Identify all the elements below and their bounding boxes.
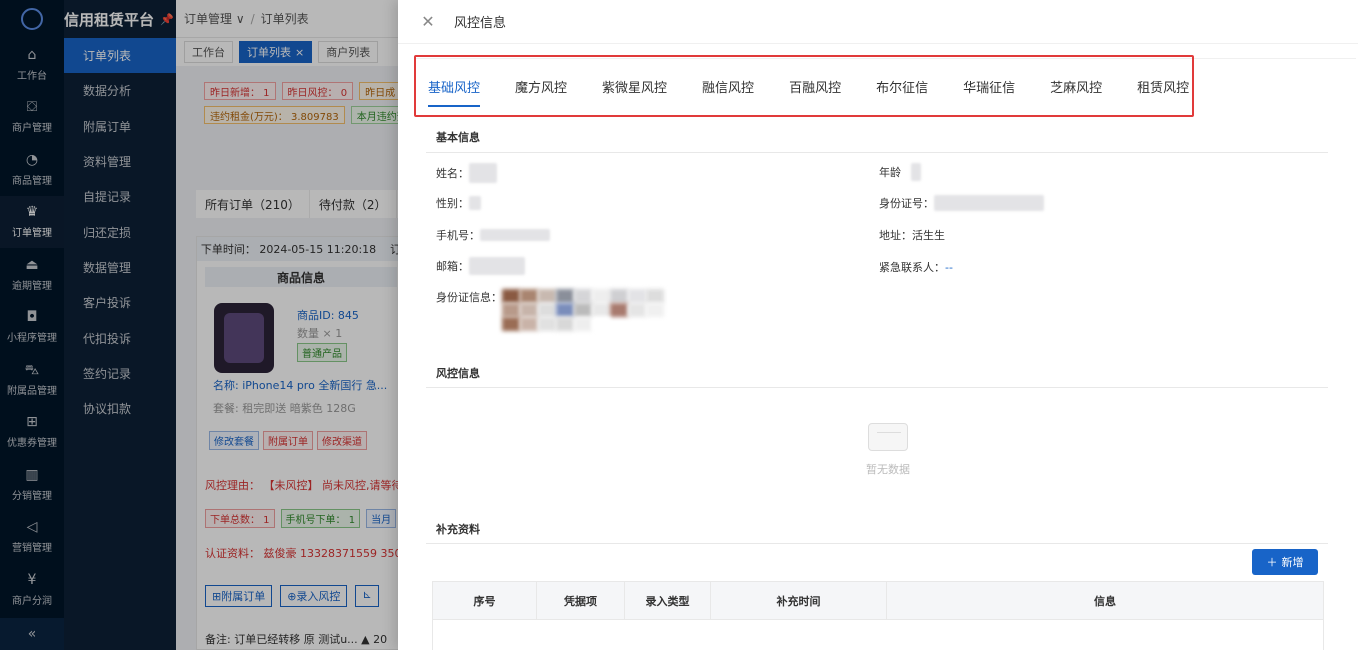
field-emergency: 紧急联系人： --	[879, 259, 953, 275]
empty-text: 暂无数据	[866, 463, 910, 476]
divider	[426, 387, 1328, 388]
table-header: 序号 凭据项 录入类型 补充时间 信息	[433, 582, 1323, 620]
phone-value-blurred	[480, 229, 550, 241]
risk-tab[interactable]: 融信风控	[702, 55, 754, 117]
risk-tabs: 基础风控 魔方风控 紫微星风控 融信风控 百融风控 布尔征信 华瑞征信 芝麻风控 租赁风控	[414, 55, 1194, 117]
risk-info-title: 风控信息	[436, 367, 480, 380]
name-value-blurred	[469, 163, 497, 183]
phone-label: 手机号：	[436, 229, 480, 242]
risk-tab[interactable]: 紫微星风控	[602, 55, 667, 117]
risk-tab[interactable]: 华瑞征信	[963, 55, 1015, 117]
drawer-body: 基础风控 魔方风控 紫微星风控 融信风控 百融风控 布尔征信 华瑞征信 芝麻风控 租赁风控 基本…	[414, 55, 1356, 650]
id-number-value-blurred	[934, 195, 1044, 211]
drawer-header: ✕ 风控信息	[398, 0, 1358, 44]
table-header-cell: 信息	[1094, 594, 1116, 608]
field-id-info: 身份证信息：	[436, 289, 664, 331]
id-card-images[interactable]	[502, 289, 664, 331]
address-label: 地址：	[879, 229, 912, 242]
table-header-cell: 序号	[433, 582, 537, 619]
address-value: 活生生	[912, 229, 945, 242]
empty-state: 暂无数据	[858, 423, 918, 477]
email-label: 邮箱：	[436, 260, 469, 273]
divider	[426, 152, 1328, 153]
table-header-cell: 补充时间	[711, 582, 887, 619]
add-button[interactable]: ＋ 新增	[1252, 549, 1318, 575]
gender-value-blurred	[469, 196, 481, 210]
field-id-number: 身份证号：	[879, 195, 1044, 211]
field-name: 姓名：	[436, 163, 497, 183]
field-phone: 手机号：	[436, 227, 550, 243]
emergency-label: 紧急联系人：	[879, 261, 945, 274]
email-value-blurred	[469, 257, 525, 275]
table-header-cell: 录入类型	[625, 582, 711, 619]
supplement-title: 补充资料	[436, 523, 480, 536]
basic-info-title: 基本信息	[436, 131, 480, 144]
divider	[426, 543, 1328, 544]
modal-mask[interactable]	[0, 0, 398, 650]
gender-label: 性别：	[436, 197, 469, 210]
empty-inbox-icon	[868, 423, 908, 451]
risk-tab[interactable]: 基础风控	[428, 55, 481, 117]
risk-tab[interactable]: 布尔征信	[876, 55, 928, 117]
risk-tab[interactable]: 百融风控	[789, 55, 841, 117]
id-number-label: 身份证号：	[879, 197, 934, 210]
age-value-blurred	[911, 163, 921, 181]
name-label: 姓名：	[436, 167, 469, 180]
plus-icon: ＋	[1266, 556, 1278, 569]
supplement-table: 序号 凭据项 录入类型 补充时间 信息	[432, 581, 1324, 650]
age-label: 年龄	[879, 166, 901, 179]
field-age: 年龄	[879, 163, 921, 181]
add-button-label: 新增	[1281, 556, 1304, 569]
id-info-label: 身份证信息：	[436, 291, 502, 304]
table-header-cell: 凭据项	[537, 582, 625, 619]
close-icon[interactable]: ✕	[408, 12, 448, 31]
risk-tab[interactable]: 租赁风控	[1137, 55, 1189, 117]
field-email: 邮箱：	[436, 257, 525, 275]
field-gender: 性别：	[436, 195, 481, 211]
risk-drawer: ✕ 风控信息 基础风控 魔方风控 紫微星风控 融信风控 百融风控 布尔征信 华瑞征信 芝麻风控…	[398, 0, 1358, 650]
drawer-title: 风控信息	[454, 16, 507, 31]
risk-tab[interactable]: 芝麻风控	[1050, 55, 1102, 117]
field-address: 地址： 活生生	[879, 227, 945, 243]
emergency-value: --	[945, 260, 953, 274]
risk-tab[interactable]: 魔方风控	[515, 55, 567, 117]
